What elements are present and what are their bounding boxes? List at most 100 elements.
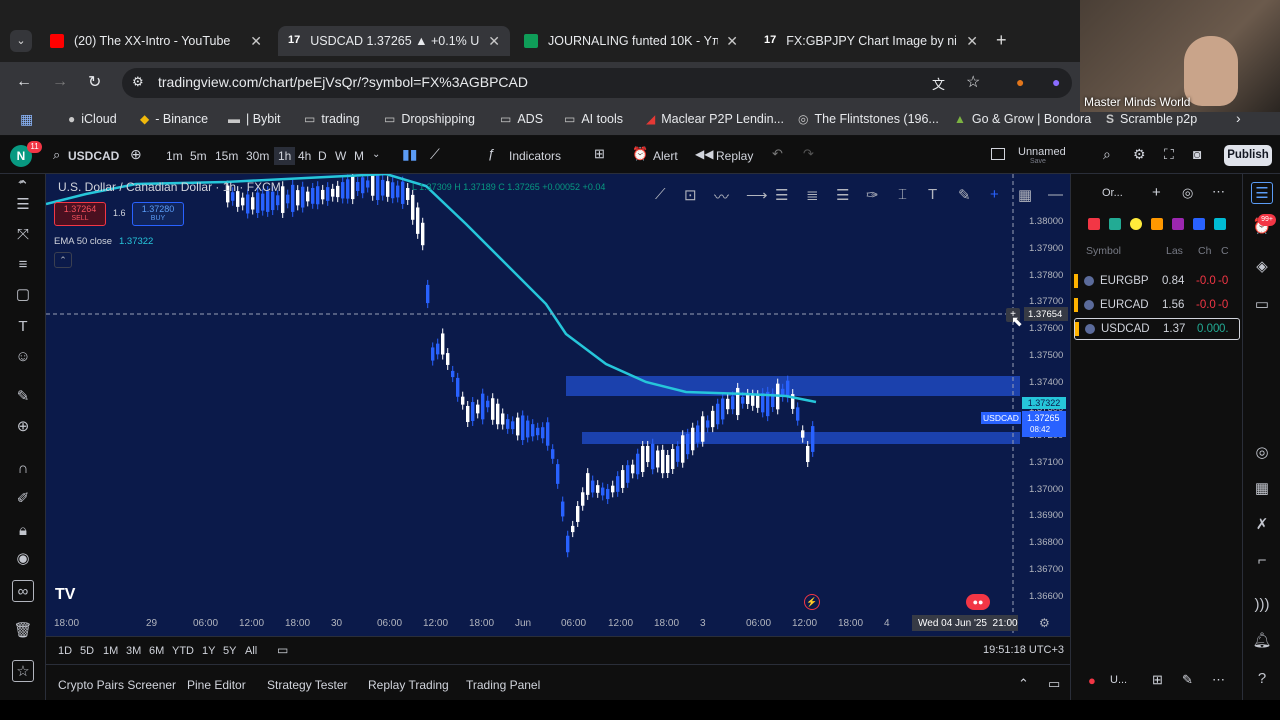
brush-tool-icon[interactable]: ▢ <box>12 284 34 306</box>
panel-edit-icon[interactable]: ✎ <box>1182 672 1193 688</box>
favorites-star-icon[interactable]: ☆ <box>12 660 34 682</box>
text-annotation-icon[interactable]: T <box>928 186 937 203</box>
flag-purple-icon[interactable] <box>1172 218 1184 230</box>
bookmark-scramble[interactable]: S Scramble p2p <box>1106 112 1197 126</box>
timeframe-1h[interactable]: 1h <box>274 147 296 165</box>
pen-tool-icon[interactable]: ✑ <box>866 186 879 204</box>
close-tab-icon[interactable]: ✕ <box>250 33 262 50</box>
crosshair-add-icon[interactable]: + <box>990 186 999 203</box>
bookmark-bondora[interactable]: ▲ Go & Grow | Bondora <box>954 112 1091 126</box>
magnet-icon[interactable]: ∩ <box>12 458 34 480</box>
url-text[interactable]: tradingview.com/chart/peEjVsQr/?symbol=F… <box>158 74 528 90</box>
help-icon[interactable]: ? <box>1251 668 1273 690</box>
indicators-icon[interactable]: ƒ <box>488 146 495 161</box>
range-5d[interactable]: 5D <box>80 645 94 657</box>
data-window-icon[interactable]: ◎ <box>1251 442 1273 464</box>
add-symbol-icon[interactable]: + <box>1152 184 1161 201</box>
flag-green-icon[interactable] <box>1109 218 1121 230</box>
tab-youtube[interactable]: (20) The XX-Intro - YouTube ✕ <box>40 26 272 56</box>
rectangle-tool-icon[interactable]: ⊡ <box>684 186 697 204</box>
tab-crypto-pairs-screener[interactable]: Crypto Pairs Screener <box>58 678 176 692</box>
watchlist-icon[interactable]: ☰ <box>1251 182 1273 204</box>
account-label[interactable]: U... <box>1110 674 1127 686</box>
new-tab-icon[interactable]: + <box>996 30 1007 51</box>
advanced-view-icon[interactable]: ◎ <box>1182 185 1193 201</box>
link-icon[interactable]: ∞ <box>12 580 34 602</box>
zoom-icon[interactable]: ⊕ <box>12 416 34 438</box>
trend-line-tool-icon[interactable]: ⟋ <box>655 186 666 203</box>
line-chart-type-icon[interactable]: ⟋ <box>430 146 440 163</box>
undo-icon[interactable]: ↶ <box>772 146 783 162</box>
line-icon[interactable]: — <box>1048 186 1063 203</box>
axis-settings-icon[interactable]: ⚙ <box>1039 616 1050 630</box>
compare-symbol-icon[interactable]: ⊕ <box>130 146 142 163</box>
watchlist-row-selected[interactable]: USDCAD 1.37 0.00 0. <box>1074 318 1240 340</box>
calendar-icon[interactable]: ▦ <box>1251 478 1273 500</box>
site-info-icon[interactable]: ⚙ <box>132 74 144 90</box>
tab-tradingview-usdcad[interactable]: 17 USDCAD 1.37265 ▲ +0.1% Unr ✕ <box>278 26 510 56</box>
ideas-icon[interactable]: ✗ <box>1251 514 1273 536</box>
tab-trading-panel[interactable]: Trading Panel <box>466 678 540 692</box>
close-tab-icon[interactable]: ✕ <box>726 33 738 50</box>
flag-red-icon[interactable] <box>1088 218 1100 230</box>
emoji-icon[interactable]: ☺ <box>12 346 34 368</box>
visibility-eye-icon[interactable]: ◉ <box>12 548 34 570</box>
range-3m[interactable]: 3M <box>126 645 141 657</box>
timeframe-w[interactable]: W <box>335 149 346 163</box>
symbol-search-button[interactable]: USDCAD <box>68 149 119 163</box>
ruler-icon[interactable]: ✎ <box>12 386 34 408</box>
templates-icon[interactable]: ⊞ <box>594 146 605 162</box>
parallel-channel-icon[interactable]: ≣ <box>806 186 819 204</box>
fullscreen-icon[interactable]: ⛶ <box>1164 146 1174 163</box>
translate-icon[interactable]: 文 <box>932 74 945 93</box>
flag-cyan-icon[interactable] <box>1214 218 1226 230</box>
reload-icon[interactable]: ↻ <box>88 72 101 92</box>
economic-event-icon[interactable]: ●● <box>966 594 990 610</box>
symbol-search-icon[interactable]: ⌕ <box>53 147 60 163</box>
apps-grid-icon[interactable]: ▦ <box>20 111 33 128</box>
streams-icon[interactable]: ))) <box>1251 594 1273 616</box>
brush-icon[interactable]: ✎ <box>958 186 971 204</box>
col-change-pct[interactable]: C <box>1221 245 1229 257</box>
bookmark-flintstones[interactable]: ◎ The Flintstones (196... <box>798 112 939 126</box>
layout-checkbox-icon[interactable] <box>991 148 1005 160</box>
col-change[interactable]: Ch <box>1198 245 1211 257</box>
legend-collapse-icon[interactable]: ⌃ <box>54 252 72 268</box>
collapse-panel-chevron-icon[interactable]: ⌃ <box>1018 676 1029 692</box>
bookmark-binance[interactable]: ◆ - Binance <box>140 112 208 126</box>
chart-canvas[interactable] <box>46 174 1070 636</box>
range-6m[interactable]: 6M <box>149 645 164 657</box>
bookmark-star-icon[interactable]: ☆ <box>966 72 980 92</box>
forward-icon[interactable]: → <box>52 73 68 91</box>
bookmark-folder-ads[interactable]: ▭ ADS <box>500 112 543 126</box>
watchlist-row[interactable]: EURGBP 0.84 -0.0 -0 <box>1074 270 1240 292</box>
text-tool-icon[interactable]: T <box>12 316 34 338</box>
timeframe-dropdown-icon[interactable]: ⌄ <box>372 149 380 160</box>
candles-chart-type-icon[interactable]: ▮▮ <box>402 146 417 163</box>
notifications-bell-icon[interactable]: 🔔︎ <box>1251 630 1273 652</box>
timeframe-30m[interactable]: 30m <box>246 149 269 163</box>
tab-pine-editor[interactable]: Pine Editor <box>187 678 246 692</box>
stay-drawing-icon[interactable]: ✐ <box>12 488 34 510</box>
alert-icon[interactable]: ⏰ <box>632 146 648 162</box>
range-ytd[interactable]: YTD <box>172 645 194 657</box>
flag-orange-icon[interactable] <box>1151 218 1163 230</box>
panel-more-icon[interactable]: ⋯ <box>1212 672 1225 688</box>
fib-tool-icon[interactable]: ⤧ <box>12 224 34 246</box>
watchlist-title[interactable]: Or... <box>1102 187 1123 199</box>
sell-button[interactable]: 1.37264 SELL <box>54 202 106 226</box>
extension-icon[interactable]: ● <box>1052 74 1060 90</box>
indicators-button[interactable]: Indicators <box>509 149 561 163</box>
timeframe-m[interactable]: M <box>354 149 364 163</box>
maximize-panel-icon[interactable]: ▭ <box>1048 676 1060 692</box>
extension-fox-icon[interactable]: ● <box>1016 74 1024 90</box>
news-layers-icon[interactable]: ◈ <box>1251 256 1273 278</box>
buy-button[interactable]: 1.37280 BUY <box>132 202 184 226</box>
timeframe-1m[interactable]: 1m <box>166 149 183 163</box>
symbol-title[interactable]: U.S. Dollar / Canadian Dollar · 1h · FXC… <box>58 180 281 194</box>
watchlist-more-icon[interactable]: ⋯ <box>1212 184 1225 200</box>
close-tab-icon[interactable]: ✕ <box>966 33 978 50</box>
bookmark-folder-dropshipping[interactable]: ▭ Dropshipping <box>384 112 475 126</box>
timeframe-5m[interactable]: 5m <box>190 149 207 163</box>
grid-icon[interactable]: ▦ <box>1018 186 1032 204</box>
